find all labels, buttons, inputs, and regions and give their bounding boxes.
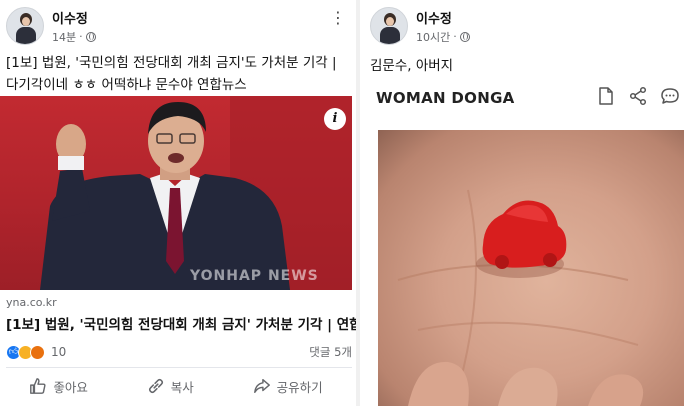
reaction-count[interactable]: 10 xyxy=(51,345,66,359)
article-toolbar xyxy=(596,86,680,106)
post-time-text: 14분 xyxy=(52,30,77,44)
post-text: 김문수, 아버지 xyxy=(370,58,454,74)
post-header: 이수정 14분 · xyxy=(6,6,96,46)
article-image[interactable] xyxy=(378,130,684,406)
copy-button[interactable]: 복사 xyxy=(147,377,194,396)
brand-logo: WOMAN DONGA xyxy=(376,89,515,107)
share-icon[interactable] xyxy=(628,86,648,106)
copy-label: 복사 xyxy=(170,379,194,395)
comment-icon[interactable] xyxy=(660,86,680,106)
reaction-stats: 👍︎ 10 댓글 5개 xyxy=(6,343,352,361)
document-icon[interactable] xyxy=(596,86,616,106)
thumbs-up-icon xyxy=(30,378,46,394)
more-options-icon[interactable]: ⋮ xyxy=(330,8,347,27)
info-icon[interactable]: i xyxy=(324,108,346,130)
post-text: [1보] 법원, '국민의힘 전당대회 개최 금지'도 가처분 기각 | 다기각… xyxy=(6,55,337,93)
post-time[interactable]: 14분 · xyxy=(52,29,96,45)
author-name[interactable]: 이수정 xyxy=(52,8,96,27)
globe-icon xyxy=(459,31,470,42)
post-time[interactable]: 10시간 · xyxy=(416,29,470,45)
link-icon xyxy=(148,378,163,394)
link-domain: yna.co.kr xyxy=(6,296,57,309)
post-time-text: 10시간 xyxy=(416,30,451,44)
share-button[interactable]: 공유하기 xyxy=(253,377,323,396)
post-header: 이수정 10시간 · xyxy=(370,6,470,46)
angry-icon[interactable] xyxy=(30,344,45,360)
palm-with-candy-photo xyxy=(397,189,644,406)
divider xyxy=(6,367,352,368)
like-label: 좋아요 xyxy=(53,379,88,395)
share-label: 공유하기 xyxy=(276,379,323,395)
right-post: 이수정 10시간 · 김문수, 아버지 WOMAN DONGA xyxy=(356,0,700,406)
like-button[interactable]: 좋아요 xyxy=(29,377,88,396)
author-name[interactable]: 이수정 xyxy=(416,8,470,27)
politician-photo xyxy=(40,96,352,290)
avatar[interactable] xyxy=(6,7,44,45)
share-icon xyxy=(253,378,270,394)
comment-count[interactable]: 댓글 5개 xyxy=(309,344,352,360)
left-post: 이수정 14분 · ⋮ [1보] 법원, '국민의힘 전당대회 개최 금지'도 … xyxy=(0,0,356,406)
globe-icon xyxy=(85,31,96,42)
link-preview-image[interactable]: i YONHAP NEWS xyxy=(0,96,352,290)
avatar[interactable] xyxy=(370,7,408,45)
link-title[interactable]: [1보] 법원, '국민의힘 전당대회 개최 금지' 가처분 기각 | 연합뉴스 xyxy=(6,313,356,333)
image-watermark: YONHAP NEWS xyxy=(190,268,319,284)
post-actions: 좋아요 복사 공유하기 xyxy=(0,372,352,400)
